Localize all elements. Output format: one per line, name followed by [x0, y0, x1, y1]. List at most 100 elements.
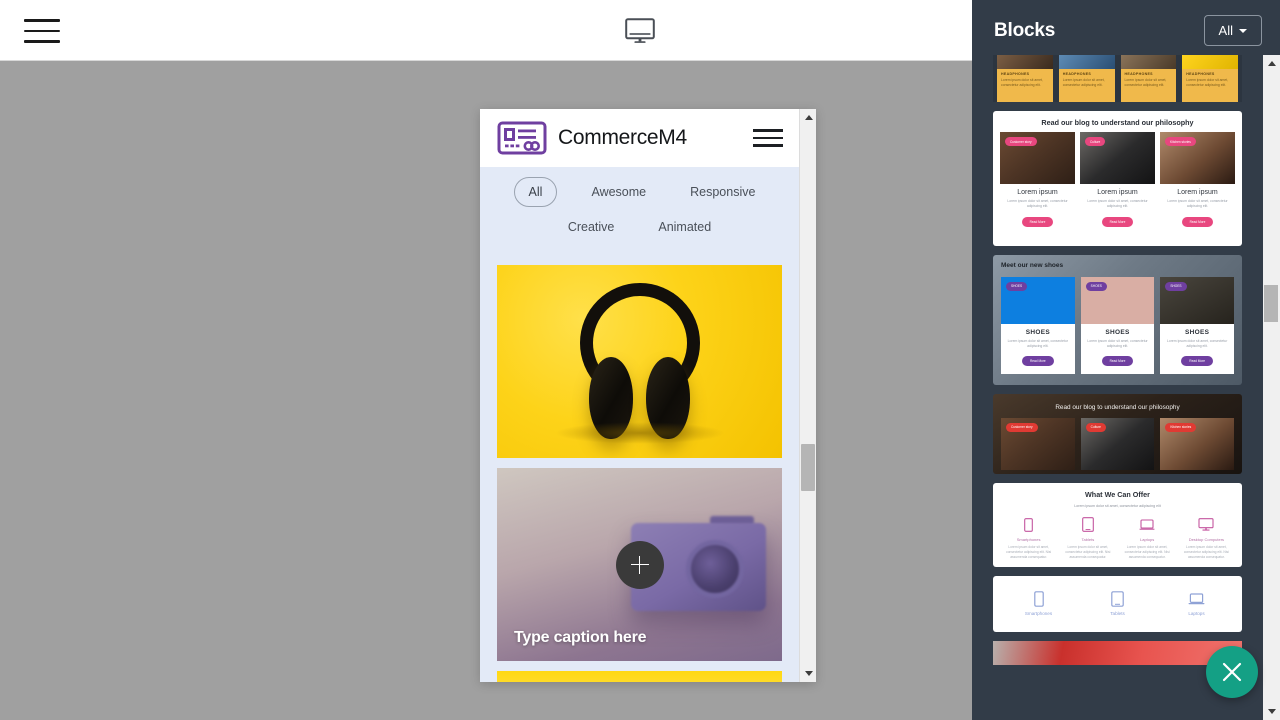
block-title: Read our blog to understand our philosop…: [1055, 403, 1180, 411]
tablet-icon: [1081, 589, 1154, 609]
close-x-icon[interactable]: [1206, 646, 1258, 698]
card-text: Lorem ipsum dolor sit amet, consectetur …: [1087, 338, 1148, 348]
block-item-red-partial[interactable]: [993, 641, 1242, 666]
block-item-blog-dark[interactable]: Read our blog to understand our philosop…: [993, 393, 1242, 474]
block-item-offer2[interactable]: Smartphones Tablets Laptops: [993, 576, 1242, 633]
block-cards-row: SHOES SHOES Lorem ipsum dolor sit amet, …: [1001, 276, 1235, 375]
triangle-up: [804, 115, 813, 120]
card-body: Lorem ipsum Lorem ipsum dolor sit amet, …: [1080, 184, 1155, 235]
triangle-down: [804, 671, 813, 676]
block-item-blog-light[interactable]: Read our blog to understand our philosop…: [993, 111, 1242, 246]
card-button[interactable]: Read More: [1181, 356, 1214, 367]
card-button[interactable]: Read More: [1101, 216, 1134, 227]
block-item-offer[interactable]: What We Can Offer Lorem ipsum dolor sit …: [993, 482, 1242, 568]
card-body: HEADPHONES Lorem ipsum dolor sit amet, c…: [1182, 69, 1238, 102]
card-logo-glyph: [497, 121, 547, 155]
scroll-down-icon[interactable]: [800, 665, 816, 682]
camera-lens: [686, 540, 744, 598]
filter-tab-responsive[interactable]: Responsive: [680, 178, 765, 206]
filter-tab-animated[interactable]: Animated: [648, 213, 721, 241]
offer-label: Tablets: [1110, 611, 1125, 617]
thumb-image: [1058, 55, 1115, 69]
offer-items-row: Smartphones Tablets Laptops: [993, 586, 1242, 616]
block-item-shoes[interactable]: Meet our new shoes SHOES SHOES Lorem ips…: [993, 254, 1242, 385]
filter-tab-creative[interactable]: Creative: [558, 213, 625, 241]
card-badge: Kitchen stories: [1165, 422, 1197, 432]
card-badge: Culture: [1085, 422, 1106, 432]
chevron-down-icon: [1239, 28, 1247, 33]
card-body: SHOES Lorem ipsum dolor sit amet, consec…: [1001, 324, 1075, 375]
offer-item: Laptops: [1157, 589, 1236, 616]
filter-tab-awesome[interactable]: Awesome: [581, 178, 656, 206]
blocks-panel-title: Blocks: [994, 19, 1056, 41]
card-button[interactable]: Read More: [1101, 356, 1134, 367]
card-badge: Customer story: [1005, 137, 1037, 146]
offer-label: Smartphones: [1024, 611, 1053, 617]
gallery-grid: Type caption here: [480, 265, 799, 682]
card-title: HEADPHONES: [1186, 72, 1215, 76]
blocks-scrollbar[interactable]: [1263, 55, 1280, 720]
preview-scroll-thumb[interactable]: [801, 444, 815, 491]
blocks-panel-header: Blocks All: [972, 0, 1280, 61]
triangle-down: [1267, 709, 1276, 714]
preview-canvas[interactable]: CommerceM4 All Awesome Responsive Creati…: [480, 109, 799, 682]
offer-item: Tablets: [1078, 589, 1157, 616]
block-cards-row: Customer story Culture Kitchen stories: [993, 411, 1242, 470]
thumb-image: Customer story: [1001, 417, 1075, 470]
gallery-item-camera[interactable]: Type caption here: [497, 468, 782, 661]
card-text: Lorem ipsum dolor sit amet, consectetur …: [1007, 338, 1068, 348]
blocks-filter-dropdown[interactable]: All: [1203, 15, 1262, 46]
top-toolbar: [0, 0, 972, 61]
preview-scrollbar[interactable]: [799, 109, 816, 682]
offer-text: Lorem ipsum dolor sit amet, consectetur …: [1183, 544, 1229, 560]
gallery-item-headphones[interactable]: [497, 265, 782, 458]
plus-icon[interactable]: [615, 540, 664, 589]
scroll-up-icon[interactable]: [1263, 55, 1280, 72]
laptop-icon: [1121, 515, 1174, 535]
card-title: HEADPHONES: [1001, 72, 1030, 76]
card-body: Lorem ipsum Lorem ipsum dolor sit amet, …: [1160, 184, 1235, 235]
thumb-image: SHOES: [1160, 276, 1235, 324]
blocks-panel: Blocks All HEADPHONES Lorem ipsum dolor …: [972, 0, 1280, 720]
offer-label: Desktop Computers: [1188, 536, 1225, 542]
site-hamburger-icon[interactable]: [753, 129, 783, 147]
triangle-up: [1267, 61, 1276, 66]
scroll-down-icon[interactable]: [1263, 703, 1280, 720]
filter-tab-all[interactable]: All: [513, 177, 558, 207]
block-card: SHOES SHOES Lorem ipsum dolor sit amet, …: [1080, 276, 1155, 375]
thumb-image: Culture: [1080, 417, 1155, 470]
card-button[interactable]: Read More: [1021, 216, 1054, 227]
card-heading: SHOES: [1185, 328, 1210, 336]
block-subtitle: Lorem ipsum dolor sit amet, consectetur …: [1074, 503, 1161, 508]
thumb-image: Culture: [1080, 132, 1155, 184]
filter-row-1: All Awesome Responsive: [480, 177, 799, 207]
gallery-item-next-partial[interactable]: [497, 671, 782, 682]
card-button[interactable]: Read More: [1021, 356, 1054, 367]
block-card: HEADPHONES Lorem ipsum dolor sit amet, c…: [1058, 55, 1115, 102]
block-card: Customer story Lorem ipsum Lorem ipsum d…: [1000, 132, 1075, 235]
scroll-up-icon[interactable]: [800, 109, 816, 126]
gallery-filter-tabs: All Awesome Responsive Creative Animated: [480, 167, 799, 265]
block-item-headphones[interactable]: HEADPHONES Lorem ipsum dolor sit amet, c…: [993, 55, 1242, 102]
card-text: Lorem ipsum dolor sit amet, consectetur …: [1167, 199, 1228, 209]
card-logo-icon[interactable]: [496, 120, 548, 156]
tablet-icon: [1061, 515, 1114, 535]
block-card: SHOES SHOES Lorem ipsum dolor sit amet, …: [1160, 276, 1235, 375]
offer-item: Laptops Lorem ipsum dolor sit amet, cons…: [1118, 515, 1177, 561]
desktop-icon: [1180, 515, 1233, 535]
desktop-monitor-icon[interactable]: [620, 12, 660, 50]
offer-item: Smartphones: [999, 589, 1078, 616]
hamburger-bar: [24, 29, 60, 33]
blocks-scroll-thumb[interactable]: [1264, 285, 1278, 322]
card-body: HEADPHONES Lorem ipsum dolor sit amet, c…: [997, 69, 1053, 102]
card-heading: Lorem ipsum: [1177, 189, 1218, 196]
gallery-item-caption[interactable]: Type caption here: [514, 629, 647, 647]
block-title: What We Can Offer: [1085, 489, 1150, 499]
hamburger-icon[interactable]: [24, 13, 60, 49]
block-card: HEADPHONES Lorem ipsum dolor sit amet, c…: [997, 55, 1053, 102]
card-body: HEADPHONES Lorem ipsum dolor sit amet, c…: [1120, 69, 1177, 102]
card-button[interactable]: Read More: [1181, 216, 1214, 227]
offer-label: Laptops: [1140, 536, 1155, 542]
offer-text: Lorem ipsum dolor sit amet, consectetur …: [1124, 544, 1170, 560]
card-heading: SHOES: [1105, 328, 1130, 336]
